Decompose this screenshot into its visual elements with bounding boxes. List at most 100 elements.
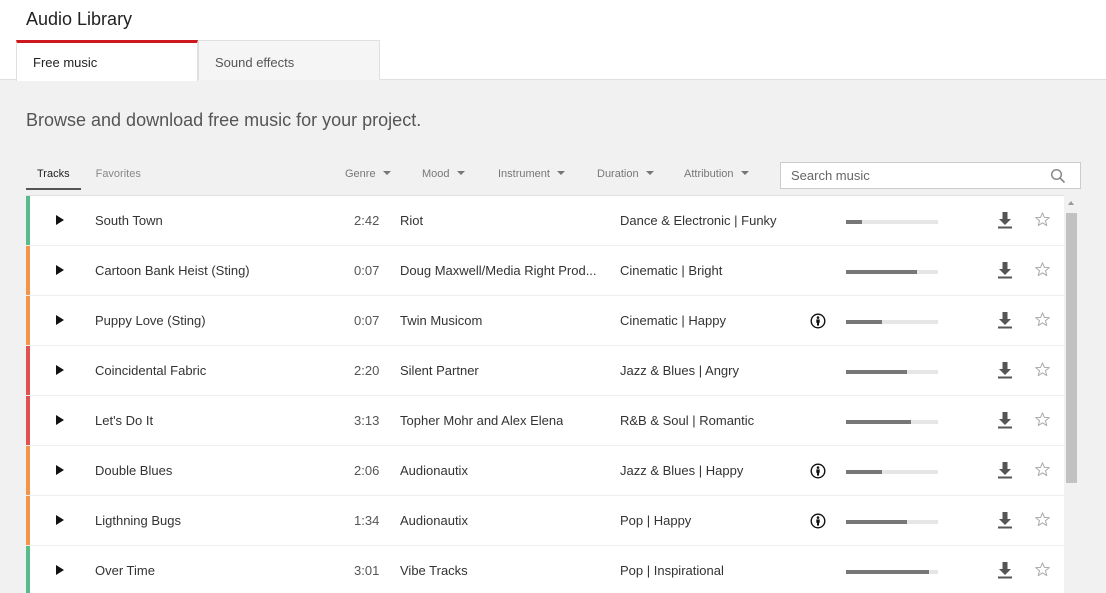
attribution-required-icon <box>810 313 826 329</box>
subtab-tracks[interactable]: Tracks <box>26 162 81 190</box>
mood-filter[interactable]: Mood <box>422 168 465 180</box>
popularity-bar <box>846 520 938 524</box>
popularity-fill <box>846 370 907 374</box>
subtab-favorites[interactable]: Favorites <box>85 162 152 190</box>
genre-filter[interactable]: Genre <box>345 168 391 180</box>
mood-color-bar <box>26 246 30 295</box>
popularity-bar <box>846 220 938 224</box>
track-row[interactable]: Ligthning Bugs 1:34 Audionautix Pop | Ha… <box>26 496 1064 546</box>
track-duration: 1:34 <box>354 513 380 528</box>
attribution-filter-label: Attribution <box>684 168 734 180</box>
download-icon[interactable] <box>996 211 1014 229</box>
instrument-filter[interactable]: Instrument <box>498 168 565 180</box>
duration-filter[interactable]: Duration <box>597 168 654 180</box>
download-icon[interactable] <box>996 561 1014 579</box>
caret-down-icon <box>382 171 391 175</box>
tab-free-music[interactable]: Free music <box>16 40 198 81</box>
star-icon[interactable] <box>1034 511 1051 528</box>
track-genre-mood: Pop | Happy <box>620 513 692 528</box>
search-icon[interactable] <box>1050 168 1066 184</box>
popularity-bar <box>846 270 938 274</box>
attribution-required-icon <box>810 463 826 479</box>
search-input[interactable] <box>781 163 1031 188</box>
attribution-filter[interactable]: Attribution <box>684 168 749 180</box>
scrollbar-thumb[interactable] <box>1066 213 1077 483</box>
scroll-up-arrow-icon[interactable] <box>1068 201 1074 205</box>
popularity-fill <box>846 220 862 224</box>
track-title: Over Time <box>95 563 155 578</box>
download-icon[interactable] <box>996 511 1014 529</box>
track-genre-mood: Pop | Inspirational <box>620 563 724 578</box>
tab-sound-effects[interactable]: Sound effects <box>198 40 380 80</box>
mood-color-bar <box>26 396 30 445</box>
track-artist[interactable]: Audionautix <box>400 513 468 528</box>
track-duration: 0:07 <box>354 263 380 278</box>
track-artist[interactable]: Riot <box>400 213 423 228</box>
track-row[interactable]: South Town 2:42 Riot Dance & Electronic … <box>26 196 1064 246</box>
track-genre-mood: R&B & Soul | Romantic <box>620 413 755 428</box>
star-icon[interactable] <box>1034 311 1051 328</box>
track-duration: 3:13 <box>354 413 380 428</box>
play-icon[interactable] <box>56 265 64 275</box>
track-table: South Town 2:42 Riot Dance & Electronic … <box>26 195 1064 593</box>
track-row[interactable]: Cartoon Bank Heist (Sting) 0:07 Doug Max… <box>26 246 1064 296</box>
popularity-fill <box>846 520 907 524</box>
track-title: Ligthning Bugs <box>95 513 182 528</box>
play-icon[interactable] <box>56 365 64 375</box>
mood-color-bar <box>26 296 30 345</box>
popularity-bar <box>846 570 938 574</box>
track-artist[interactable]: Audionautix <box>400 463 468 478</box>
track-title: Let's Do It <box>95 413 154 428</box>
star-icon[interactable] <box>1034 361 1051 378</box>
track-row[interactable]: Let's Do It 3:13 Topher Mohr and Alex El… <box>26 396 1064 446</box>
download-icon[interactable] <box>996 361 1014 379</box>
star-icon[interactable] <box>1034 561 1051 578</box>
track-artist[interactable]: Topher Mohr and Alex Elena <box>400 413 563 428</box>
popularity-fill <box>846 420 912 424</box>
mood-color-bar <box>26 346 30 395</box>
track-title: Coincidental Fabric <box>95 363 207 378</box>
download-icon[interactable] <box>996 411 1014 429</box>
track-genre-mood: Cinematic | Happy <box>620 313 726 328</box>
play-icon[interactable] <box>56 565 64 575</box>
popularity-bar <box>846 470 938 474</box>
download-icon[interactable] <box>996 311 1014 329</box>
track-row[interactable]: Double Blues 2:06 Audionautix Jazz & Blu… <box>26 446 1064 496</box>
track-row[interactable]: Over Time 3:01 Vibe Tracks Pop | Inspira… <box>26 546 1064 593</box>
genre-filter-label: Genre <box>345 168 376 180</box>
play-icon[interactable] <box>56 215 64 225</box>
scrollbar[interactable] <box>1064 196 1079 593</box>
mood-color-bar <box>26 446 30 495</box>
caret-down-icon <box>556 171 565 175</box>
track-row[interactable]: Coincidental Fabric 2:20 Silent Partner … <box>26 346 1064 396</box>
track-artist[interactable]: Doug Maxwell/Media Right Prod... <box>400 263 597 278</box>
track-title: Puppy Love (Sting) <box>95 313 206 328</box>
play-icon[interactable] <box>56 465 64 475</box>
star-icon[interactable] <box>1034 461 1051 478</box>
main-tabs: Free music Sound effects <box>16 40 380 81</box>
popularity-fill <box>846 270 917 274</box>
play-icon[interactable] <box>56 315 64 325</box>
popularity-fill <box>846 570 929 574</box>
track-genre-mood: Jazz & Blues | Happy <box>620 463 744 478</box>
play-icon[interactable] <box>56 515 64 525</box>
track-artist[interactable]: Twin Musicom <box>400 313 482 328</box>
star-icon[interactable] <box>1034 411 1051 428</box>
track-artist[interactable]: Vibe Tracks <box>400 563 468 578</box>
track-title: South Town <box>95 213 163 228</box>
track-duration: 0:07 <box>354 313 380 328</box>
play-icon[interactable] <box>56 415 64 425</box>
track-artist[interactable]: Silent Partner <box>400 363 479 378</box>
track-genre-mood: Cinematic | Bright <box>620 263 723 278</box>
track-row[interactable]: Puppy Love (Sting) 0:07 Twin Musicom Cin… <box>26 296 1064 346</box>
duration-filter-label: Duration <box>597 168 639 180</box>
mood-color-bar <box>26 196 30 245</box>
download-icon[interactable] <box>996 261 1014 279</box>
sub-tabs: Tracks Favorites <box>26 162 152 190</box>
star-icon[interactable] <box>1034 211 1051 228</box>
popularity-bar <box>846 320 938 324</box>
download-icon[interactable] <box>996 461 1014 479</box>
track-genre-mood: Dance & Electronic | Funky <box>620 213 777 228</box>
mood-color-bar <box>26 546 30 593</box>
star-icon[interactable] <box>1034 261 1051 278</box>
